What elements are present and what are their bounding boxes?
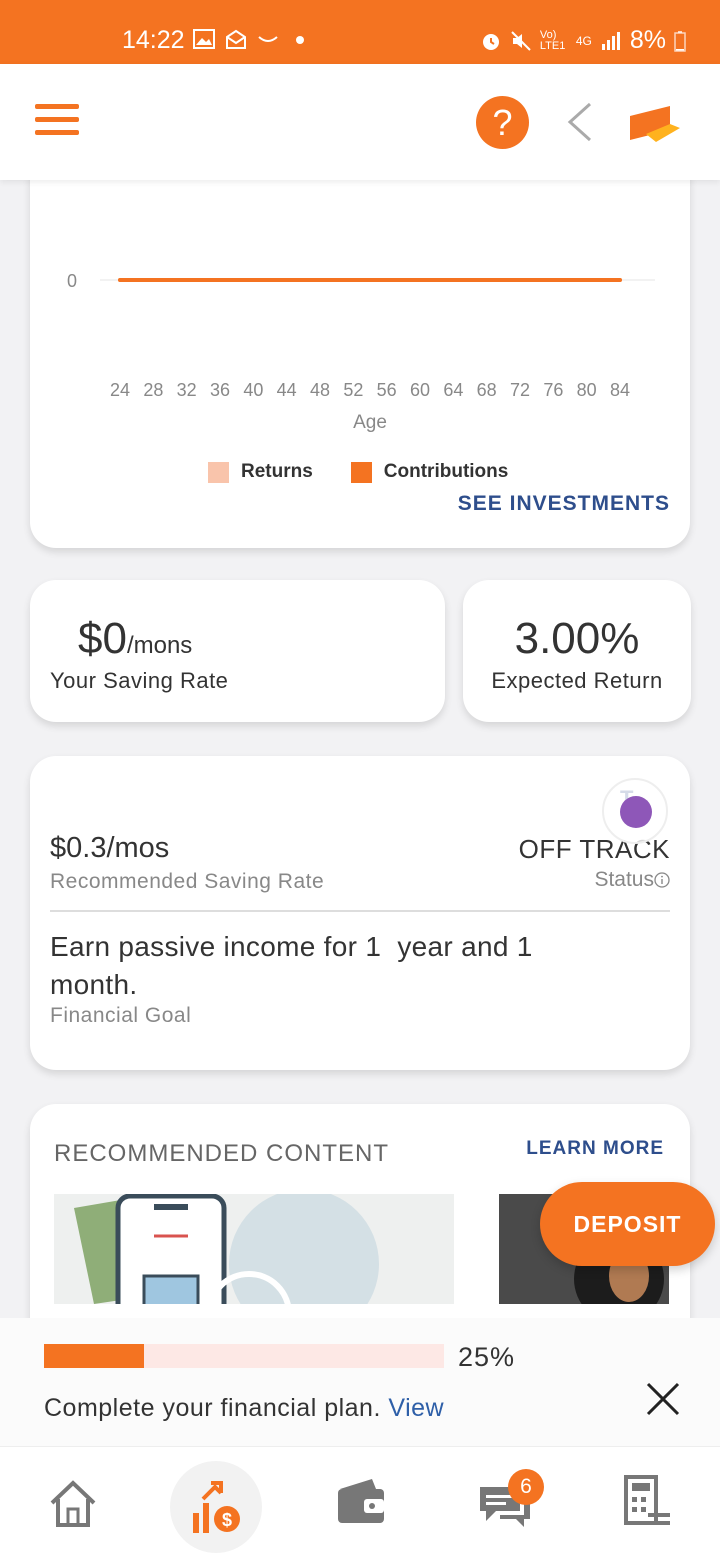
deposit-button[interactable]: DEPOSIT [540, 1182, 715, 1266]
info-icon[interactable] [654, 872, 670, 888]
phone-shopping-illustration [74, 1194, 379, 1304]
close-icon[interactable] [644, 1380, 682, 1418]
wallet-icon[interactable] [326, 1467, 396, 1537]
x-tick-label: 40 [243, 380, 263, 400]
learn-more-link[interactable]: LEARN MORE [526, 1138, 664, 1160]
saving-rate-label: Your Saving Rate [50, 668, 229, 693]
view-plan-link[interactable]: View [388, 1394, 444, 1422]
progress-percent: 25% [458, 1342, 516, 1372]
x-tick-label: 24 [110, 380, 130, 400]
brand-logo[interactable] [626, 104, 682, 144]
x-tick-label: 52 [343, 380, 363, 400]
projection-chart-card: 0 24 28 32 36 40 44 48 52 56 60 64 68 72 76 80 84 Age Ret… [30, 150, 690, 548]
recommended-content-title: RECOMMENDED CONTENT [54, 1140, 389, 1167]
expected-return-label: Expected Return [491, 668, 663, 693]
projection-chart: 0 24 28 32 36 40 44 48 52 56 60 64 68 72 76 80 84 Age [67, 271, 655, 433]
amazon-smile-icon [258, 36, 278, 42]
x-tick-label: 60 [410, 380, 430, 400]
recommendation-card: $0.3/mos Recommended Saving Rate OFF TRA… [30, 756, 690, 1070]
x-tick-label: 44 [277, 380, 297, 400]
expected-return-card[interactable]: 3.00% Expected Return [463, 580, 691, 722]
help-icon[interactable]: ? [476, 96, 529, 149]
battery-icon [674, 30, 686, 52]
back-icon[interactable] [560, 100, 600, 144]
battery-percent: 8% [629, 26, 666, 54]
legend-returns-swatch [208, 461, 229, 483]
status-system-icons: Vo) LTE1 4G 8% [480, 26, 686, 55]
x-tick-label: 68 [477, 380, 497, 400]
image-icon [193, 29, 215, 49]
x-tick-label: 28 [143, 380, 163, 400]
home-icon[interactable] [38, 1467, 108, 1537]
bottom-navigation: $ 6 [0, 1446, 720, 1560]
x-tick-label: 72 [510, 380, 530, 400]
legend-contributions[interactable]: Contributions [350, 461, 509, 483]
recommended-rate-label: Recommended Saving Rate [50, 870, 325, 893]
legend-returns-label: Returns [241, 461, 313, 482]
progress-bar [44, 1344, 444, 1368]
status-bar: 14:22 Vo) LTE1 4G 8% [0, 0, 720, 64]
financial-goal-label: Financial Goal [50, 1004, 192, 1027]
mute-icon [511, 30, 531, 51]
financial-goal-text: Earn passive income for 1 year and 1 mon… [50, 931, 541, 1000]
signal-icon [601, 31, 620, 50]
svg-text:$: $ [222, 1510, 232, 1530]
progress-message-text: Complete your financial plan. [44, 1394, 381, 1422]
progress-bar-fill [44, 1344, 144, 1368]
app-bar: ? [0, 64, 720, 180]
assistant-dot-icon [620, 796, 652, 828]
menu-icon[interactable] [35, 104, 79, 138]
floating-assistant-button[interactable] [602, 778, 668, 844]
x-tick-label: 84 [610, 380, 630, 400]
content-thumbnail-1[interactable] [54, 1194, 454, 1304]
divider [50, 910, 670, 912]
status-notifications [193, 28, 311, 50]
status-label: Status [594, 868, 654, 891]
network-type: 4G [575, 33, 592, 48]
alarm-icon [482, 33, 499, 50]
legend-contributions-label: Contributions [383, 461, 509, 482]
dot-icon [296, 36, 304, 44]
x-tick-label: 36 [210, 380, 230, 400]
legend-contributions-swatch [350, 461, 372, 483]
plan-progress-panel: 25% Complete your financial plan. View [0, 1318, 720, 1446]
progress-message: Complete your financial plan. View [44, 1394, 444, 1423]
status-time: 14:22 [122, 26, 185, 54]
invest-growth-icon[interactable]: $ [181, 1473, 251, 1543]
x-tick-label: 48 [310, 380, 330, 400]
calculator-icon[interactable] [612, 1467, 682, 1537]
chart-legend: Returns Contributions [208, 461, 508, 483]
x-axis-label: Age [353, 412, 387, 433]
expected-return-value: 3.00% [514, 614, 640, 663]
saving-rate-unit: /mons [126, 632, 193, 659]
recommended-rate-value: $0.3/mos [50, 832, 170, 864]
network-label: Vo) LTE1 [539, 28, 566, 52]
legend-returns[interactable]: Returns [208, 461, 313, 483]
y-tick-label: 0 [67, 271, 77, 291]
x-tick-label: 76 [543, 380, 563, 400]
x-tick-label: 64 [443, 380, 463, 400]
saving-rate-card[interactable]: $0/mons Your Saving Rate [30, 580, 445, 722]
x-tick-label: 80 [577, 380, 597, 400]
x-tick-label: 32 [177, 380, 197, 400]
see-investments-link[interactable]: SEE INVESTMENTS [458, 492, 670, 516]
mail-open-icon [226, 29, 246, 49]
saving-rate-value: $0 [78, 614, 127, 663]
messages-badge: 6 [508, 1469, 544, 1505]
x-tick-label: 56 [377, 380, 397, 400]
